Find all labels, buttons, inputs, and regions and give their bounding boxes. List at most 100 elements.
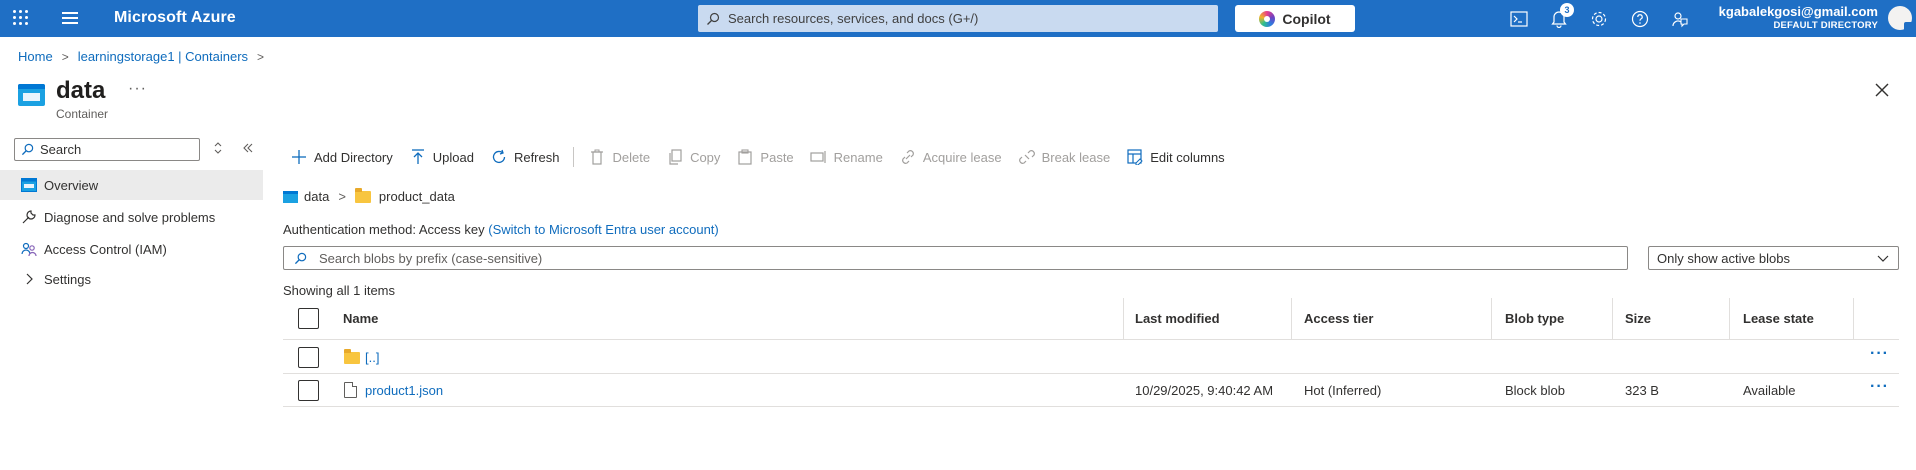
row-name-link[interactable]: [..] — [365, 350, 379, 365]
chevron-right-icon: > — [61, 49, 69, 64]
account-menu[interactable]: kgabalekgosi@gmail.com DEFAULT DIRECTORY — [1719, 4, 1878, 32]
sort-icon[interactable] — [213, 142, 223, 157]
delete-label: Delete — [612, 149, 651, 165]
row-blob-type: Block blob — [1505, 383, 1565, 398]
acquire-lease-label: Acquire lease — [922, 149, 1002, 165]
refresh-label: Refresh — [513, 149, 560, 165]
breadcrumb-storage-containers[interactable]: learningstorage1 | Containers — [78, 49, 248, 64]
upload-label: Upload — [432, 149, 474, 165]
search-icon — [294, 252, 307, 264]
avatar[interactable] — [1888, 6, 1914, 32]
folder-icon — [344, 349, 360, 364]
row-more-button[interactable]: ··· — [1870, 378, 1889, 396]
copy-label: Copy — [690, 149, 721, 165]
path-container[interactable]: data — [304, 189, 329, 204]
column-divider — [1729, 298, 1730, 340]
row-lease-state: Available — [1743, 383, 1796, 398]
cloud-shell-icon[interactable] — [1509, 9, 1529, 29]
rename-label: Rename — [833, 149, 883, 165]
sidebar-item-iam[interactable]: Access Control (IAM) — [0, 234, 263, 264]
trash-icon — [588, 148, 606, 166]
authentication-method: Authentication method: Access key (Switc… — [283, 222, 719, 237]
edit-columns-button[interactable]: Edit columns — [1126, 148, 1225, 166]
column-header-size[interactable]: Size — [1625, 311, 1651, 326]
plus-icon — [290, 148, 308, 166]
column-divider — [1853, 298, 1854, 340]
more-actions-button[interactable]: ··· — [128, 80, 147, 98]
column-header-last-modified[interactable]: Last modified — [1135, 311, 1220, 326]
blob-search-input[interactable]: Search blobs by prefix (case-sensitive) — [283, 246, 1628, 270]
sidebar-item-overview[interactable]: Overview — [0, 170, 263, 200]
upload-button[interactable]: Upload — [409, 148, 474, 166]
edit-columns-icon — [1126, 148, 1144, 166]
delete-button[interactable]: Delete — [588, 148, 650, 166]
column-header-lease-state[interactable]: Lease state — [1743, 311, 1814, 326]
broken-link-icon — [1018, 148, 1036, 166]
breadcrumb-home[interactable]: Home — [18, 49, 53, 64]
portal-menu-icon[interactable] — [62, 12, 78, 24]
blob-filter-value: Only show active blobs — [1657, 250, 1790, 266]
feedback-icon[interactable] — [1670, 9, 1690, 29]
path-folder[interactable]: product_data — [379, 189, 455, 204]
column-header-blob-type[interactable]: Blob type — [1505, 311, 1564, 326]
search-icon — [707, 12, 720, 25]
global-search-placeholder: Search resources, services, and docs (G+… — [728, 11, 979, 26]
paste-button[interactable]: Paste — [736, 148, 794, 166]
breadcrumb: Home > learningstorage1 | Containers > — [18, 49, 273, 64]
copilot-icon — [1259, 10, 1276, 27]
top-bar: Microsoft Azure Search resources, servic… — [0, 0, 1916, 37]
blob-filter-dropdown[interactable]: Only show active blobs — [1648, 246, 1899, 270]
rename-button[interactable]: Rename — [810, 148, 883, 166]
sidebar-item-settings[interactable]: Settings — [0, 264, 263, 294]
table-header: Name Last modified Access tier Blob type… — [283, 298, 1899, 340]
auth-label: Authentication method: — [283, 222, 416, 237]
menu-search-placeholder: Search — [40, 142, 82, 157]
row-name-link[interactable]: product1.json — [365, 383, 443, 398]
global-search-input[interactable]: Search resources, services, and docs (G+… — [698, 5, 1218, 32]
acquire-lease-button[interactable]: Acquire lease — [899, 148, 1002, 166]
copilot-label: Copilot — [1282, 10, 1331, 27]
column-header-access-tier[interactable]: Access tier — [1304, 311, 1373, 326]
row-checkbox[interactable] — [298, 380, 319, 401]
menu-search-input[interactable]: Search — [14, 138, 200, 161]
chevron-right-icon: > — [338, 189, 346, 204]
add-directory-label: Add Directory — [314, 149, 393, 165]
file-icon — [344, 382, 357, 398]
paste-label: Paste — [760, 149, 794, 165]
folder-icon — [354, 187, 371, 203]
select-all-checkbox[interactable] — [298, 308, 319, 329]
column-divider — [1291, 298, 1292, 340]
copy-button[interactable]: Copy — [666, 148, 720, 166]
switch-auth-link[interactable]: (Switch to Microsoft Entra user account) — [488, 222, 718, 237]
rename-icon — [810, 148, 828, 166]
refresh-button[interactable]: Refresh — [490, 148, 560, 166]
row-more-button[interactable]: ··· — [1870, 345, 1889, 363]
page-subtitle: Container — [56, 107, 109, 121]
copilot-button[interactable]: Copilot — [1235, 5, 1355, 32]
items-count: Showing all 1 items — [283, 283, 395, 298]
collapse-menu-icon[interactable] — [242, 142, 254, 157]
refresh-icon — [490, 148, 508, 166]
column-header-name[interactable]: Name — [343, 311, 378, 326]
add-directory-button[interactable]: Add Directory — [290, 148, 393, 166]
table-row[interactable]: product1.json 10/29/2025, 9:40:42 AM Hot… — [283, 374, 1899, 407]
help-icon[interactable] — [1630, 9, 1650, 29]
clipboard-icon — [736, 148, 754, 166]
auth-value: Access key — [418, 222, 485, 237]
blob-search-placeholder: Search blobs by prefix (case-sensitive) — [319, 250, 543, 266]
sidebar-item-label: Settings — [44, 271, 91, 287]
copy-icon — [666, 148, 684, 166]
close-icon[interactable] — [1874, 82, 1890, 98]
folder-path: data > product_data — [283, 187, 455, 204]
brand-title[interactable]: Microsoft Azure — [114, 9, 236, 27]
table-row[interactable]: [..] ··· — [283, 341, 1899, 374]
break-lease-button[interactable]: Break lease — [1018, 148, 1110, 166]
column-divider — [1123, 298, 1124, 340]
column-divider — [1491, 298, 1492, 340]
sidebar-item-diagnose[interactable]: Diagnose and solve problems — [0, 202, 263, 232]
notification-count-badge: 3 — [1560, 3, 1574, 17]
app-launcher-icon[interactable] — [13, 10, 29, 26]
row-checkbox[interactable] — [298, 347, 319, 368]
upload-icon — [409, 148, 427, 166]
settings-gear-icon[interactable] — [1589, 9, 1609, 29]
